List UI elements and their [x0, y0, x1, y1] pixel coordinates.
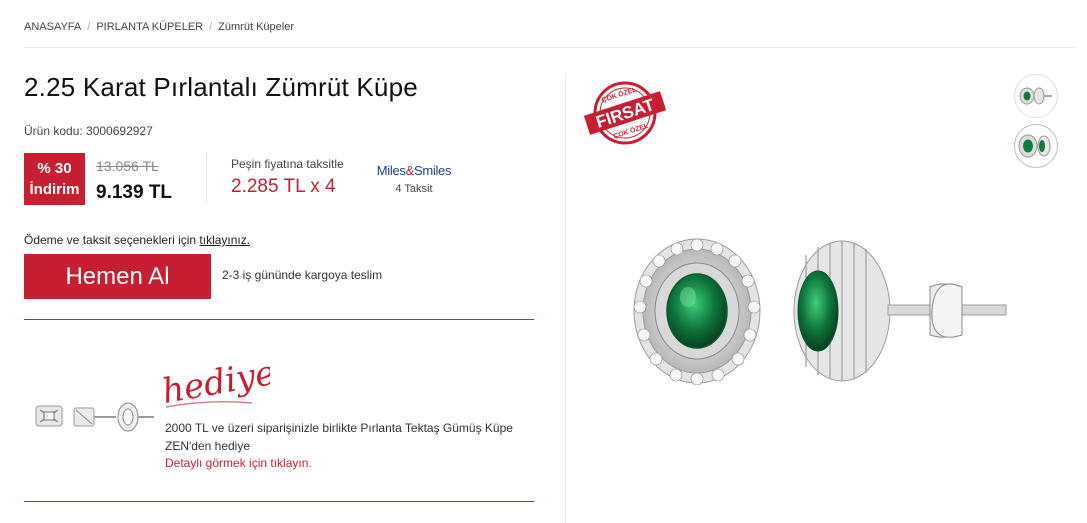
price-row: % 30 İndirim 13.056 TL 9.139 TL Peşin fi…: [24, 153, 451, 205]
installment-value: 2.285 TL x 4: [231, 176, 336, 197]
gift-earring-image: [35, 402, 154, 432]
installment-label: Peşin fiyatına taksitle: [231, 157, 344, 171]
product-code: Ürün kodu: 3000692927: [24, 124, 153, 138]
thumbnail-earring-icon: [1018, 134, 1051, 158]
buy-now-button[interactable]: Hemen Al: [24, 254, 211, 299]
old-price: 13.056 TL: [96, 158, 159, 174]
breadcrumb-divider: [24, 47, 1075, 48]
gift-description: 2000 TL ve üzeri siparişinizle birlikte …: [165, 421, 513, 453]
payment-info: Ödeme ve taksit seçenekleri için tıklayı…: [24, 233, 250, 247]
thumbnail-earring-icon: [1019, 87, 1052, 105]
installment-block: Peşin fiyatına taksitle 2.285 TL x 4: [231, 153, 344, 205]
payment-text: Ödeme ve taksit seçenekleri için: [24, 233, 200, 247]
discount-badge: % 30 İndirim: [24, 153, 85, 205]
section-divider: [24, 319, 534, 320]
breadcrumb-separator: /: [87, 21, 91, 33]
firsat-stamp-badge: FIRSAT ÇOK ÖZEL ÇOK ÖZEL: [583, 81, 667, 145]
miles-smiles-logo: Miles&Smiles: [376, 163, 452, 178]
gift-details-link[interactable]: Detaylı görmek için tıklayın.: [165, 456, 312, 470]
cargo-info: 2-3 iş gününde kargoya teslim: [222, 268, 383, 282]
column-divider: [565, 74, 566, 523]
product-title: 2.25 Karat Pırlantalı Zümrüt Küpe: [24, 72, 418, 102]
miles-installment: 4 Taksit: [395, 183, 433, 195]
thumbnail-2[interactable]: [1014, 124, 1058, 168]
miles-logo-right: Smiles: [413, 163, 452, 178]
hediye-script-title: hediye!: [160, 350, 270, 412]
breadcrumb-separator: /: [209, 21, 213, 33]
product-main-image[interactable]: [630, 235, 1010, 385]
breadcrumb-category[interactable]: PIRLANTA KÜPELER: [96, 21, 203, 33]
thumbnail-1[interactable]: [1014, 74, 1058, 118]
discount-percent: % 30: [37, 160, 72, 177]
miles-logo-left: Miles: [376, 163, 406, 178]
section-divider: [24, 501, 534, 502]
miles-logo-amp: &: [405, 163, 415, 178]
breadcrumb-home[interactable]: ANASAYFA: [24, 21, 81, 33]
price-block: 13.056 TL 9.139 TL: [96, 153, 196, 205]
new-price: 9.139 TL: [96, 182, 173, 203]
price-divider: [206, 153, 207, 203]
payment-link[interactable]: tıklayınız.: [199, 233, 250, 247]
miles-smiles-block: Miles&Smiles 4 Taksit: [376, 153, 452, 205]
breadcrumb-current[interactable]: Zümrüt Küpeler: [218, 21, 294, 33]
breadcrumb: ANASAYFA / PIRLANTA KÜPELER / Zümrüt Küp…: [24, 21, 294, 33]
hediye-text: hediye!: [160, 350, 270, 412]
discount-label: İndirim: [29, 181, 80, 198]
